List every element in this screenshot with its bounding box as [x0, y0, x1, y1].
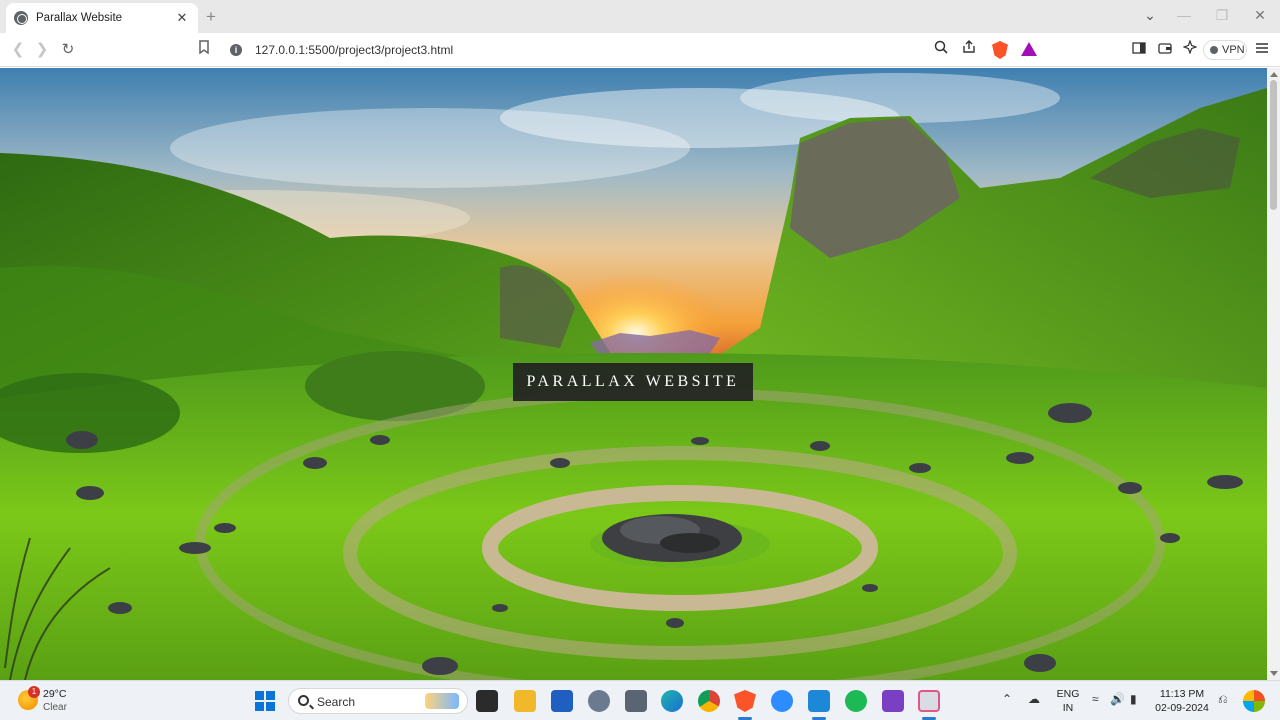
clock-date[interactable]: 02-09-2024	[1152, 702, 1212, 714]
snipping-tool-icon[interactable]	[918, 690, 940, 712]
hero-title-box: PARALLAX WEBSITE	[513, 363, 753, 401]
vpn-button[interactable]: VPN	[1203, 40, 1247, 60]
zoom-app-icon[interactable]	[771, 690, 793, 712]
tab-strip: Parallax Website ✕ + ⌄ — ❐ ✕	[0, 0, 1280, 33]
page-title: PARALLAX WEBSITE	[526, 373, 740, 390]
wallet-icon[interactable]	[1155, 40, 1175, 60]
visual-studio-icon[interactable]	[882, 690, 904, 712]
weather-temperature[interactable]: 29°C	[43, 688, 66, 700]
spotify-icon[interactable]	[845, 690, 867, 712]
back-icon[interactable]: ❮	[8, 40, 28, 60]
battery-icon[interactable]: ▮	[1130, 692, 1137, 706]
address-bar[interactable]: i 127.0.0.1:5500/project3/project3.html	[222, 37, 1052, 63]
weather-condition[interactable]: Clear	[43, 702, 67, 713]
browser-toolbar: ❮ ❯ ↻ i 127.0.0.1:5500/project3/project3…	[0, 33, 1280, 67]
zoom-icon[interactable]	[931, 40, 951, 60]
vscode-icon[interactable]	[808, 690, 830, 712]
url-text[interactable]: 127.0.0.1:5500/project3/project3.html	[255, 43, 453, 57]
web-page: PARALLAX WEBSITE	[0, 68, 1267, 680]
minimize-button[interactable]: —	[1174, 7, 1194, 23]
share-icon[interactable]	[959, 40, 979, 60]
clock-time[interactable]: 11:13 PM	[1152, 688, 1212, 700]
page-scrollbar[interactable]	[1267, 68, 1280, 680]
scroll-down-arrow-icon[interactable]	[1270, 671, 1278, 676]
search-highlight-icon	[425, 693, 459, 709]
scrollbar-thumb[interactable]	[1270, 80, 1277, 210]
taskbar-search-box[interactable]: Search	[288, 688, 468, 714]
language-line2[interactable]: IN	[1055, 702, 1081, 714]
vpn-label: VPN	[1222, 44, 1245, 56]
restore-button[interactable]: ❐	[1212, 7, 1232, 24]
windows-taskbar: 1 29°C Clear Search ⌃ ☁ ENG IN ≈ 🔊 ▮ 11:…	[0, 680, 1280, 720]
menu-icon[interactable]	[1252, 40, 1272, 60]
camera-icon[interactable]	[625, 690, 647, 712]
weather-notification-badge: 1	[28, 686, 40, 698]
tab-search-icon[interactable]: ⌄	[1140, 7, 1160, 24]
edge-icon[interactable]	[661, 690, 683, 712]
new-tab-button[interactable]: +	[206, 7, 216, 27]
scroll-up-arrow-icon[interactable]	[1270, 72, 1278, 77]
leo-icon[interactable]	[1180, 39, 1200, 60]
close-window-button[interactable]: ✕	[1250, 7, 1270, 24]
onedrive-icon[interactable]: ☁	[1028, 692, 1040, 706]
chrome-icon[interactable]	[698, 690, 720, 712]
info-icon[interactable]: i	[230, 44, 242, 56]
microsoft-store-icon[interactable]	[551, 690, 573, 712]
globe-icon	[14, 11, 28, 25]
tab-title: Parallax Website	[36, 12, 123, 24]
windows-start-icon[interactable]	[254, 690, 276, 712]
notification-bell-icon[interactable]: ⎌	[1218, 692, 1228, 707]
copilot-icon[interactable]	[1243, 690, 1265, 712]
browser-tab[interactable]: Parallax Website ✕	[6, 3, 198, 33]
search-icon	[298, 695, 309, 706]
volume-icon[interactable]: 🔊	[1110, 692, 1125, 706]
search-label: Search	[317, 695, 356, 709]
brave-icon[interactable]	[734, 690, 756, 712]
task-view-icon[interactable]	[476, 690, 498, 712]
reload-icon[interactable]: ↻	[58, 40, 78, 60]
chevron-up-icon[interactable]: ⌃	[1002, 692, 1012, 706]
file-explorer-icon[interactable]	[514, 690, 536, 712]
wifi-icon[interactable]: ≈	[1092, 692, 1099, 706]
language-line1[interactable]: ENG	[1055, 688, 1081, 700]
forward-icon[interactable]: ❯	[32, 40, 52, 60]
close-tab-icon[interactable]: ✕	[174, 10, 190, 26]
brave-rewards-icon[interactable]	[1021, 42, 1037, 56]
sidebar-icon[interactable]	[1129, 40, 1149, 60]
settings-gear-icon[interactable]	[588, 690, 610, 712]
bookmark-icon[interactable]	[194, 40, 214, 60]
